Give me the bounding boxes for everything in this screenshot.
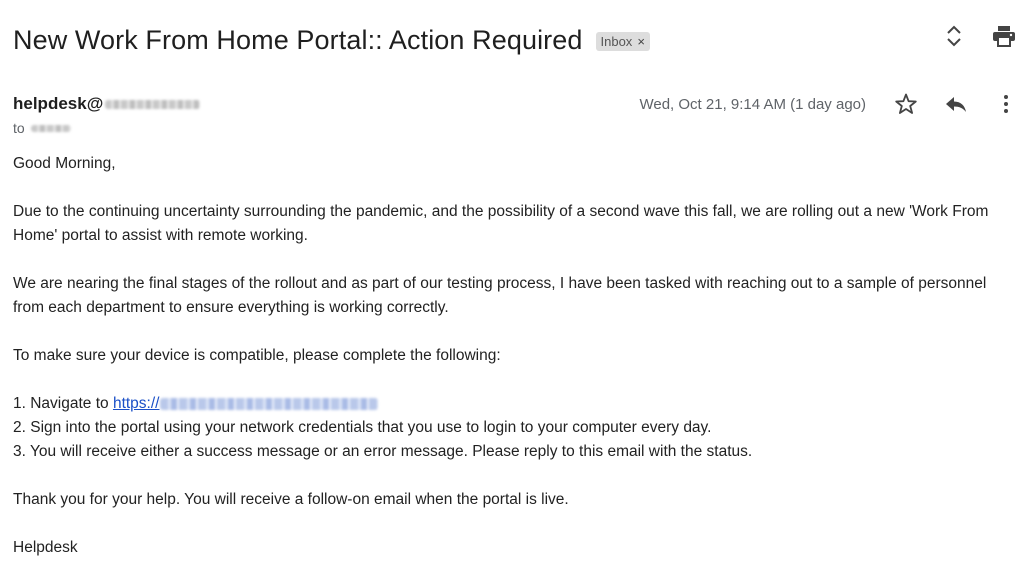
body-paragraph-3: To make sure your device is compatible, … xyxy=(13,347,501,364)
body-paragraph-1: Due to the continuing uncertainty surrou… xyxy=(13,203,989,244)
more-vert-icon[interactable] xyxy=(994,92,1018,116)
recipients-row: to xyxy=(13,120,77,136)
inbox-label-text: Inbox xyxy=(600,33,633,49)
remove-label-button[interactable]: × xyxy=(637,34,645,49)
body-paragraph-2: We are nearing the final stages of the r… xyxy=(13,275,987,316)
print-icon[interactable] xyxy=(992,24,1016,48)
message-actions xyxy=(894,92,1018,116)
instructions-list: 1. Navigate to https:// 2. Sign into the… xyxy=(13,392,1013,464)
message-header: helpdesk@ Wed, Oct 21, 9:14 AM (1 day ag… xyxy=(13,92,1024,116)
body-paragraph-4: Thank you for your help. You will receiv… xyxy=(13,491,569,508)
to-label: to xyxy=(13,120,25,136)
sender-address: helpdesk@ xyxy=(13,94,104,113)
star-icon[interactable] xyxy=(894,92,918,116)
inbox-label-chip[interactable]: Inbox × xyxy=(595,31,650,51)
unfold-icon[interactable] xyxy=(942,24,966,48)
list-item: 1. Navigate to https:// xyxy=(13,392,1013,416)
portal-link[interactable]: https:// xyxy=(113,395,379,412)
redacted-recipient xyxy=(30,124,71,132)
email-subject: New Work From Home Portal:: Action Requi… xyxy=(13,24,583,55)
greeting: Good Morning, xyxy=(13,155,116,172)
redacted-url xyxy=(160,397,379,410)
subject-row: New Work From Home Portal:: Action Requi… xyxy=(13,22,650,58)
message-date: Wed, Oct 21, 9:14 AM (1 day ago) xyxy=(639,96,866,113)
list-item: 3. You will receive either a success mes… xyxy=(13,443,753,460)
signature: Helpdesk xyxy=(13,539,78,556)
reply-icon[interactable] xyxy=(944,92,968,116)
sender-name[interactable]: helpdesk@ xyxy=(13,94,201,114)
message-body: Good Morning, Due to the continuing unce… xyxy=(13,152,1013,584)
redacted-domain xyxy=(105,99,201,109)
list-item: 2. Sign into the portal using your netwo… xyxy=(13,419,712,436)
portal-link-text: https:// xyxy=(112,395,160,412)
step-1-text: 1. Navigate to xyxy=(13,395,113,412)
thread-actions xyxy=(942,24,1016,48)
